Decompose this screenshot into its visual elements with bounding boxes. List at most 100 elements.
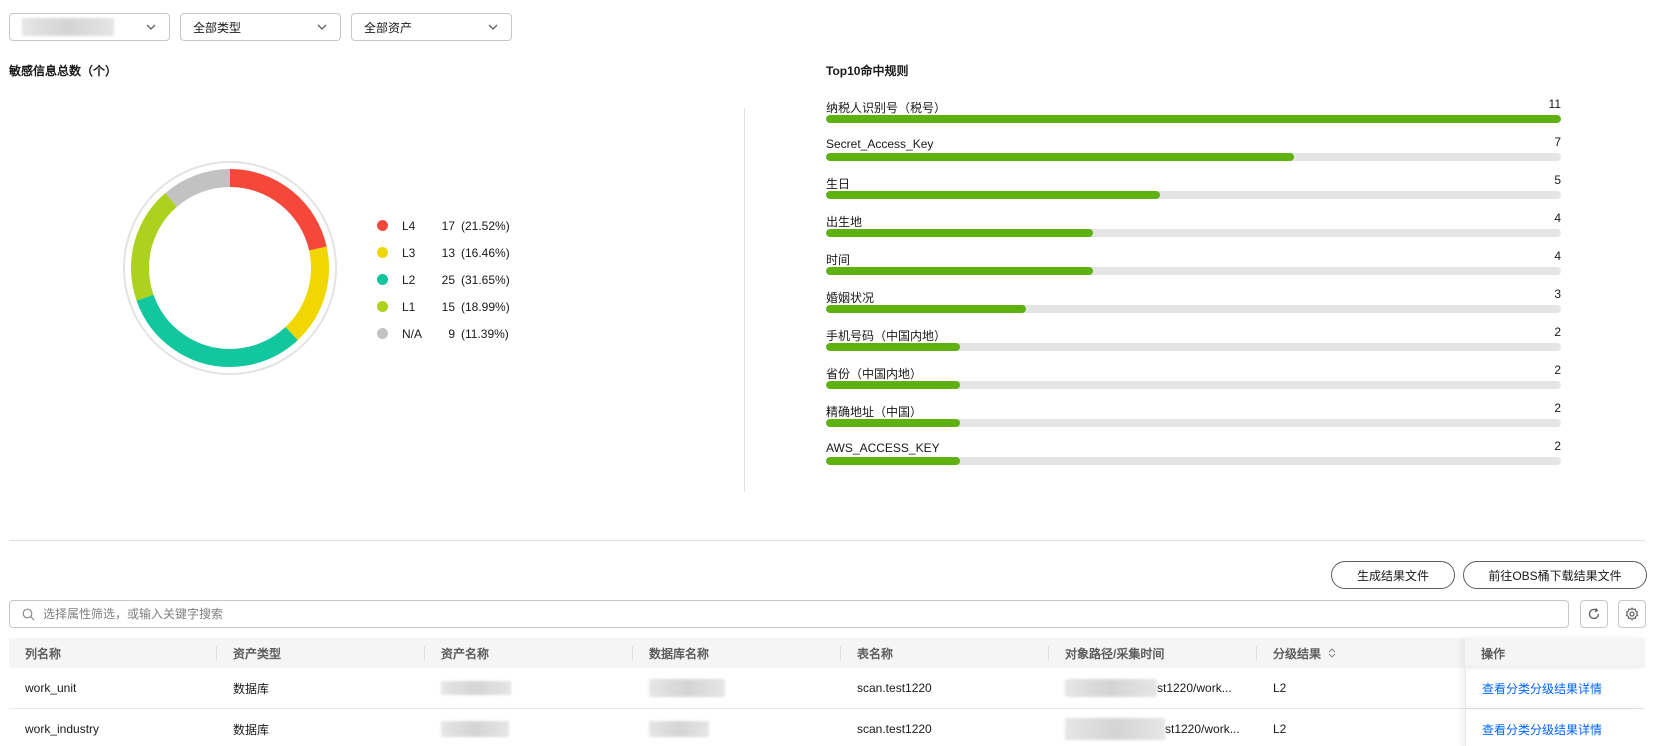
chevron-down-icon — [317, 24, 327, 30]
legend-item-l4: L4 17 (21.52%) — [377, 212, 510, 239]
legend-pct: (11.39%) — [461, 326, 509, 341]
col-header-asset-type: 资产类型 — [217, 638, 425, 668]
rule-bar-track — [826, 419, 1561, 427]
section-divider-vertical — [744, 108, 745, 492]
col-header-database-name: 数据库名称 — [633, 638, 841, 668]
cell-asset-name-redacted — [425, 709, 633, 746]
table-row: work_unit 数据库 scan.test1220 st1220/work.… — [9, 668, 1645, 709]
rule-bar-row: 时间 4 — [826, 249, 1561, 289]
cell-table-name: scan.test1220 — [857, 681, 932, 695]
rule-bar-fill — [826, 305, 1027, 313]
rule-count: 2 — [1554, 325, 1561, 339]
rule-count: 4 — [1554, 249, 1561, 263]
refresh-button[interactable] — [1580, 600, 1608, 628]
rule-bar-row: 婚姻状况 3 — [826, 287, 1561, 327]
settings-button[interactable] — [1618, 600, 1646, 628]
col-header-table-name: 表名称 — [841, 638, 1049, 668]
cell-asset-type: 数据库 — [233, 722, 270, 737]
rule-count: 2 — [1554, 363, 1561, 377]
type-select[interactable]: 全部类型 — [180, 13, 341, 41]
rule-bar-fill — [826, 343, 960, 351]
cell-asset-name-redacted — [425, 668, 633, 708]
rule-bar-row: 省份（中国内地） 2 — [826, 363, 1561, 403]
legend-label: L1 — [402, 299, 416, 314]
cell-level-result: L2 — [1273, 722, 1287, 736]
col-header-object-path: 对象路径/采集时间 — [1049, 638, 1257, 668]
section-divider-horizontal — [9, 540, 1645, 541]
asset-select[interactable]: 全部资产 — [351, 13, 512, 41]
scope-select[interactable] — [9, 13, 170, 41]
col-header-operation: 操作 — [1465, 638, 1645, 668]
rule-name: 出生地 — [826, 215, 863, 229]
rule-name: AWS_ACCESS_KEY — [826, 441, 940, 455]
rule-bar-fill — [826, 267, 1094, 275]
legend-item-l3: L3 13 (16.46%) — [377, 239, 510, 266]
table-header: 列名称 资产类型 资产名称 数据库名称 表名称 对象路径/采集时间 分级结果 操… — [9, 638, 1645, 668]
rule-count: 2 — [1554, 401, 1561, 415]
rule-bar-fill — [826, 115, 1561, 123]
legend-label: L3 — [402, 245, 416, 260]
legend-dot — [377, 301, 388, 312]
cell-database-name-redacted — [633, 709, 841, 746]
scope-select-value-redacted — [22, 18, 114, 36]
legend-count: 15 — [441, 299, 455, 314]
sensitive-total-title: 敏感信息总数（个） — [9, 64, 118, 78]
legend-dot — [377, 274, 388, 285]
rule-bar-row: AWS_ACCESS_KEY 2 — [826, 439, 1561, 479]
generate-result-file-button[interactable]: 生成结果文件 — [1331, 561, 1455, 589]
legend-dot — [377, 247, 388, 258]
legend-label: N/A — [402, 326, 423, 341]
top10-rules-title: Top10命中规则 — [826, 64, 909, 78]
cell-column-name: work_industry — [25, 722, 100, 736]
search-input[interactable] — [43, 607, 1443, 621]
rule-bar-row: 生日 5 — [826, 173, 1561, 213]
legend-item-l1: L1 15 (18.99%) — [377, 293, 510, 320]
results-table: 列名称 资产类型 资产名称 数据库名称 表名称 对象路径/采集时间 分级结果 操… — [9, 638, 1645, 746]
rule-name: 生日 — [826, 177, 851, 191]
rule-bar-track — [826, 305, 1561, 313]
view-detail-link[interactable]: 查看分类分级结果详情 — [1465, 709, 1645, 746]
legend-pct: (21.52%) — [461, 218, 510, 233]
rule-count: 3 — [1554, 287, 1561, 301]
rule-bar-row: 精确地址（中国） 2 — [826, 401, 1561, 441]
cell-column-name: work_unit — [25, 681, 77, 695]
rule-count: 11 — [1548, 97, 1561, 111]
search-bar[interactable] — [9, 600, 1569, 628]
cell-asset-type: 数据库 — [233, 681, 270, 696]
search-icon — [22, 608, 35, 620]
rule-name: 纳税人识别号（税号） — [826, 101, 947, 115]
rule-bar-fill — [826, 153, 1294, 161]
rule-bar-track — [826, 191, 1561, 199]
legend-count: 25 — [441, 272, 455, 287]
sort-icon[interactable] — [1327, 647, 1337, 659]
rule-name: 手机号码（中国内地） — [826, 329, 947, 343]
legend-count: 13 — [441, 245, 455, 260]
rule-bar-fill — [826, 191, 1161, 199]
sensitivity-donut-chart — [123, 161, 337, 375]
goto-obs-download-button[interactable]: 前往OBS桶下载结果文件 — [1463, 561, 1647, 589]
legend-pct: (16.46%) — [461, 245, 510, 260]
legend-label: L4 — [402, 218, 416, 233]
legend-dot — [377, 328, 388, 339]
donut-legend: L4 17 (21.52%) L3 13 (16.46%) L2 25 (31.… — [377, 212, 510, 347]
rule-name: Secret_Access_Key — [826, 137, 934, 151]
cell-object-path: st1220/work... — [1049, 709, 1257, 746]
legend-label: L2 — [402, 272, 416, 287]
rule-bar-fill — [826, 419, 960, 427]
rule-count: 2 — [1554, 439, 1561, 453]
rule-name: 时间 — [826, 253, 851, 267]
view-detail-link[interactable]: 查看分类分级结果详情 — [1465, 668, 1645, 708]
rule-count: 5 — [1554, 173, 1561, 187]
col-header-level-result[interactable]: 分级结果 — [1257, 638, 1465, 668]
rule-count: 7 — [1554, 135, 1561, 149]
cell-database-name-redacted — [633, 668, 841, 708]
rule-bar-row: 纳税人识别号（税号） 11 — [826, 97, 1561, 137]
rule-bar-track — [826, 267, 1561, 275]
rule-name: 婚姻状况 — [826, 291, 875, 305]
cell-object-path: st1220/work... — [1049, 668, 1257, 708]
cell-table-name: scan.test1220 — [857, 722, 932, 736]
rule-bar-row: 出生地 4 — [826, 211, 1561, 251]
cell-level-result: L2 — [1273, 681, 1287, 695]
rule-name: 精确地址（中国） — [826, 405, 923, 419]
rule-bar-fill — [826, 381, 960, 389]
